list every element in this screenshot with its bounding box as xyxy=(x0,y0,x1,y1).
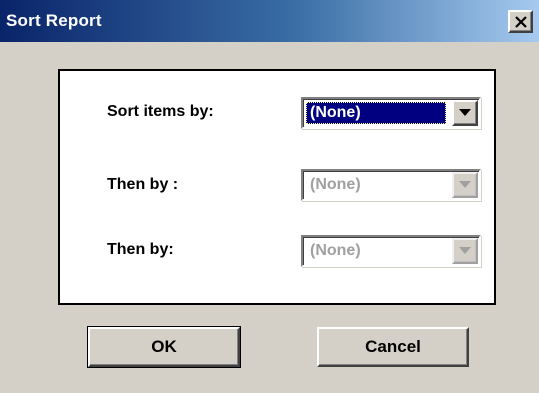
sort-report-dialog: Sort Report Sort items by: (None) Then b… xyxy=(0,0,539,393)
chevron-down-icon xyxy=(459,181,471,188)
title-bar[interactable]: Sort Report xyxy=(0,0,539,42)
sort-items-by-dropdown-button[interactable] xyxy=(452,100,478,126)
then-by-1-dropdown-button[interactable] xyxy=(452,172,478,198)
then-by-2-dropdown-button[interactable] xyxy=(452,238,478,264)
then-by-2-label: Then by: xyxy=(107,241,174,258)
then-by-1-value: (None) xyxy=(310,176,361,193)
close-icon xyxy=(515,16,527,28)
window-title: Sort Report xyxy=(6,11,102,30)
sort-items-by-select[interactable]: (None) xyxy=(301,97,481,129)
chevron-down-icon xyxy=(459,109,471,116)
chevron-down-icon xyxy=(459,247,471,254)
then-by-2-value: (None) xyxy=(310,242,361,259)
sort-items-by-label: Sort items by: xyxy=(107,103,214,120)
sort-items-by-value: (None) xyxy=(306,102,446,124)
close-button[interactable] xyxy=(508,10,533,33)
then-by-2-select[interactable]: (None) xyxy=(301,235,481,267)
ok-button[interactable]: OK xyxy=(87,326,241,368)
cancel-button[interactable]: Cancel xyxy=(317,327,469,367)
sort-criteria-panel: Sort items by: (None) Then by : (None) T… xyxy=(58,69,496,305)
then-by-1-select[interactable]: (None) xyxy=(301,169,481,201)
then-by-1-label: Then by : xyxy=(107,176,179,193)
